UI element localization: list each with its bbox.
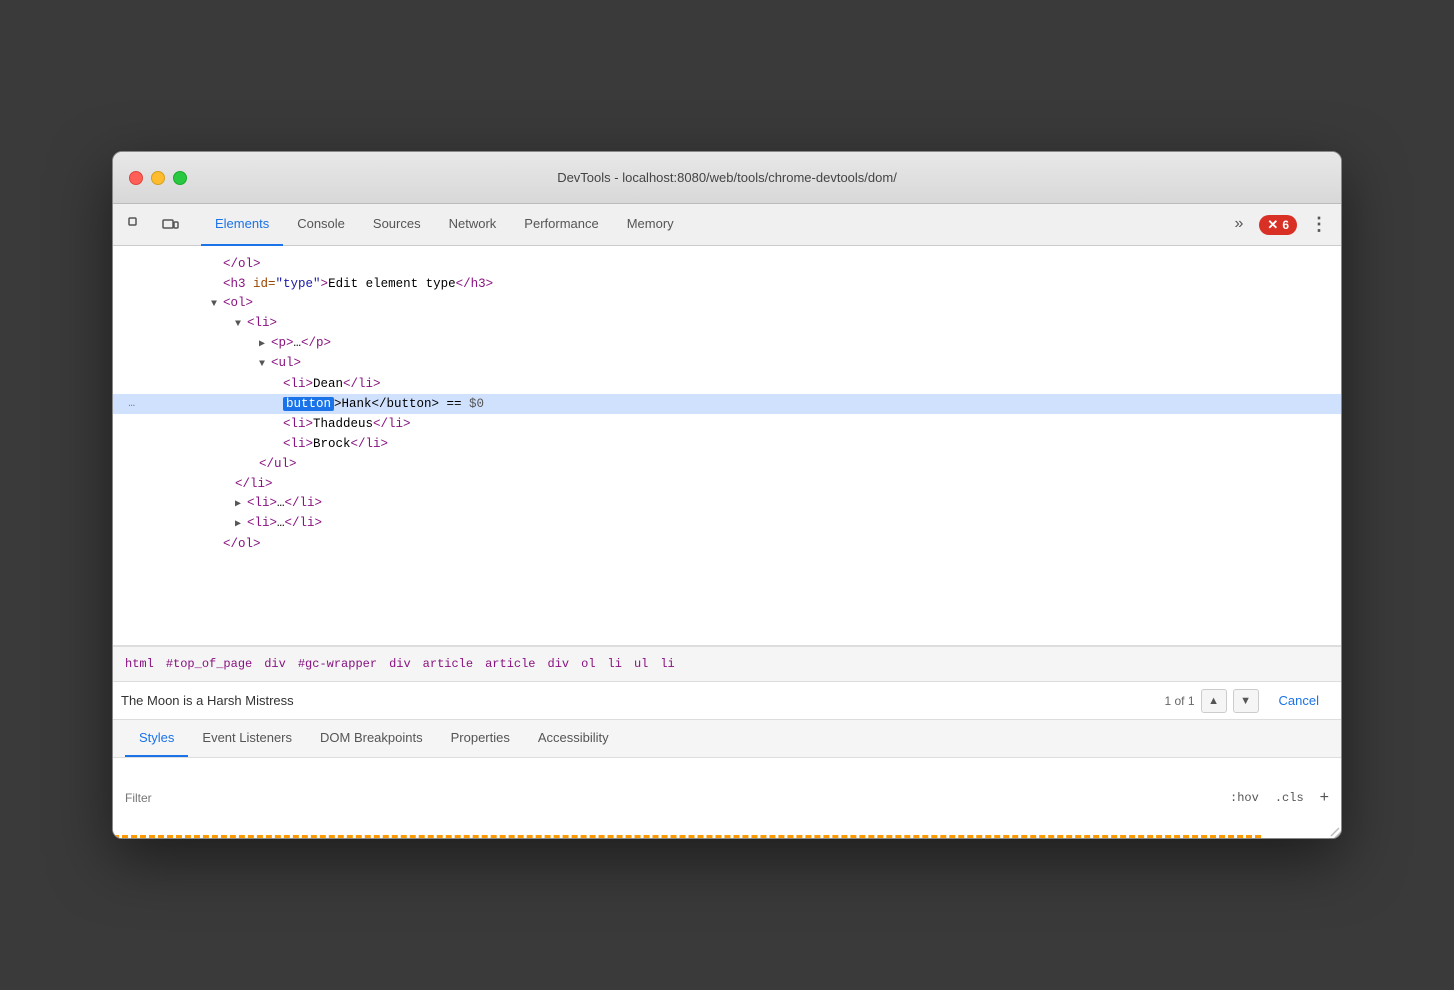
cls-button[interactable]: .cls [1275, 791, 1304, 805]
search-count: 1 of 1 [1165, 694, 1195, 708]
dom-line: </li> [113, 474, 1341, 494]
error-badge[interactable]: ✕ 6 [1259, 215, 1297, 235]
traffic-lights [129, 171, 187, 185]
breadcrumb-item-ul[interactable]: ul [634, 657, 648, 671]
dom-line: ▶<li>…</li> [113, 494, 1341, 514]
tab-event-listeners[interactable]: Event Listeners [188, 719, 306, 757]
tab-elements[interactable]: Elements [201, 204, 283, 246]
dom-tree-panel[interactable]: </ol> <h3 id="type">Edit element type</h… [113, 246, 1341, 646]
breadcrumb-item-li2[interactable]: li [660, 657, 674, 671]
devtools-window: DevTools - localhost:8080/web/tools/chro… [112, 151, 1342, 839]
inspect-element-button[interactable] [121, 211, 151, 239]
search-next-button[interactable]: ▼ [1233, 689, 1259, 713]
close-button[interactable] [129, 171, 143, 185]
breadcrumb-item-html[interactable]: html [125, 657, 154, 671]
tab-styles[interactable]: Styles [125, 719, 188, 757]
dom-line: <li>Brock</li> [113, 434, 1341, 454]
breadcrumb-bar: html #top_of_page div #gc-wrapper div ar… [113, 646, 1341, 682]
breadcrumb-item-top-of-page[interactable]: #top_of_page [166, 657, 252, 671]
breadcrumb-item-article1[interactable]: article [423, 657, 473, 671]
hov-button[interactable]: :hov [1230, 791, 1259, 805]
dom-line: ▼<ul> [113, 354, 1341, 374]
tab-console[interactable]: Console [283, 204, 359, 246]
tab-dom-breakpoints[interactable]: DOM Breakpoints [306, 719, 437, 757]
dom-line: </ul> [113, 454, 1341, 474]
styles-filter-input[interactable] [125, 791, 325, 805]
error-icon: ✕ [1267, 217, 1278, 233]
toolbar-icons [121, 211, 185, 239]
dom-line-selected[interactable]: … button>Hank</button> == $0 [113, 394, 1341, 414]
dashed-indicator [113, 835, 1261, 838]
window-title: DevTools - localhost:8080/web/tools/chro… [557, 170, 897, 185]
more-tabs-button[interactable]: » [1227, 204, 1252, 246]
tab-network[interactable]: Network [435, 204, 511, 246]
resize-handle[interactable] [1329, 826, 1341, 838]
dom-line: ▼<li> [113, 314, 1341, 334]
devtools-menu-button[interactable]: ⋮ [1305, 211, 1333, 239]
search-prev-button[interactable]: ▲ [1201, 689, 1227, 713]
maximize-button[interactable] [173, 171, 187, 185]
dom-line: <h3 id="type">Edit element type</h3> [113, 274, 1341, 294]
tab-sources[interactable]: Sources [359, 204, 435, 246]
tab-accessibility[interactable]: Accessibility [524, 719, 623, 757]
device-toggle-button[interactable] [155, 211, 185, 239]
breadcrumb-item-div2[interactable]: div [389, 657, 411, 671]
tab-properties[interactable]: Properties [437, 719, 524, 757]
breadcrumb-item-div3[interactable]: div [548, 657, 570, 671]
styles-panel: :hov .cls + [113, 758, 1341, 838]
add-style-rule-button[interactable]: + [1320, 789, 1329, 807]
titlebar: DevTools - localhost:8080/web/tools/chro… [113, 152, 1341, 204]
search-bar: 1 of 1 ▲ ▼ Cancel [113, 682, 1341, 720]
dom-line: ▶<p>…</p> [113, 334, 1341, 354]
dom-line: <li>Thaddeus</li> [113, 414, 1341, 434]
search-cancel-button[interactable]: Cancel [1265, 689, 1333, 712]
breadcrumb-item-li1[interactable]: li [608, 657, 622, 671]
tab-memory[interactable]: Memory [613, 204, 688, 246]
breadcrumb-item-gc-wrapper[interactable]: #gc-wrapper [298, 657, 377, 671]
breadcrumb-item-article2[interactable]: article [485, 657, 535, 671]
breadcrumb-item-ol[interactable]: ol [581, 657, 595, 671]
dom-line: </ol> [113, 254, 1341, 274]
search-input[interactable] [121, 693, 1159, 708]
dom-line: ▶<li>…</li> [113, 514, 1341, 534]
bottom-tabs-bar: Styles Event Listeners DOM Breakpoints P… [113, 720, 1341, 758]
breadcrumb-item-div1[interactable]: div [264, 657, 286, 671]
main-toolbar: Elements Console Sources Network Perform… [113, 204, 1341, 246]
toolbar-right: » ✕ 6 ⋮ [1227, 204, 1334, 246]
dom-line: </ol> [113, 534, 1341, 554]
dom-line: <li>Dean</li> [113, 374, 1341, 394]
minimize-button[interactable] [151, 171, 165, 185]
tab-performance[interactable]: Performance [510, 204, 612, 246]
dom-line: ▼<ol> [113, 294, 1341, 314]
